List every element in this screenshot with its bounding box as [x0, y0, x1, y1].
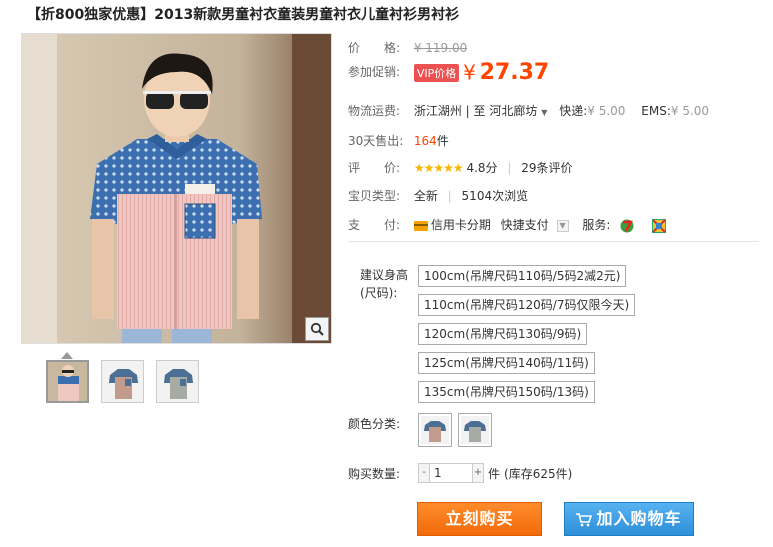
ship-from: 浙江湖州: [413, 104, 462, 118]
color-options: [418, 413, 492, 447]
product-title: 【折800独家优惠】2013新款男童衬衣童装男童衬衣儿童衬衫男衬衫: [27, 7, 460, 23]
credit-card-icon: [413, 220, 428, 231]
rating-row: 评 价: ★★★★★ 4.8分 | 29条评价: [348, 159, 573, 176]
sales-label: 30天售出:: [348, 134, 404, 148]
product-main-image[interactable]: [21, 33, 332, 344]
promo-currency: ¥: [463, 60, 476, 85]
divider: |: [447, 189, 452, 203]
payment-label: 支 付:: [348, 218, 401, 232]
express-price: ¥ 5.00: [587, 104, 626, 118]
ems-label: EMS:: [641, 104, 671, 118]
vip-badge: VIP价格: [413, 63, 460, 82]
size-option[interactable]: 100cm(吊牌尺码110码/5码2减2元): [418, 265, 627, 287]
buy-now-button[interactable]: 立刻购买: [417, 502, 542, 536]
quantity-stepper: - 1 + 件 (库存625件): [418, 463, 572, 483]
thumbnail-image: [48, 362, 87, 401]
credit-installment[interactable]: 信用卡分期: [431, 218, 491, 232]
color-swatch-image: [461, 416, 489, 444]
chevron-down-icon: ▼: [541, 108, 548, 117]
color-label: 颜色分类:: [348, 417, 401, 431]
ship-sep: |: [465, 104, 470, 118]
type-value: 全新: [413, 189, 438, 203]
zoom-button[interactable]: [305, 317, 329, 341]
shipping-row: 物流运费: 浙江湖州 | 至 河北廊坊 ▼ 快递:¥ 5.00 EMS:¥ 5.…: [348, 102, 709, 119]
promo-label: 参加促销:: [348, 65, 401, 79]
divider-line: [348, 241, 758, 242]
type-row: 宝贝类型: 全新 | 5104次浏览: [348, 187, 528, 204]
thumbnail-3[interactable]: [156, 360, 199, 403]
color-option-gray[interactable]: [458, 413, 492, 447]
sales-unit: 件: [436, 134, 449, 148]
reviews-link[interactable]: 29条评价: [521, 161, 572, 175]
star-rating: ★★★★★: [413, 161, 464, 175]
rating-score: 4.8分: [466, 161, 498, 175]
color-option-pink[interactable]: [418, 413, 452, 447]
product-photo: [22, 34, 331, 343]
thumbnail-2[interactable]: [101, 360, 144, 403]
cart-icon: [576, 512, 593, 526]
view-count: 5104次浏览: [461, 189, 529, 203]
sales-row: 30天售出: 164件: [348, 132, 449, 149]
express-label: 快递:: [559, 104, 588, 118]
cart-label: 加入购物车: [596, 509, 682, 528]
ship-to: 河北廊坊: [489, 104, 538, 118]
price-row: 价 格: ¥ 119.00: [348, 39, 467, 56]
quantity-input[interactable]: 1: [430, 463, 472, 483]
chevron-down-icon[interactable]: ▼: [556, 219, 569, 232]
promo-price: 27.37: [479, 60, 550, 85]
promo-row: 参加促销: VIP价格 ¥ 27.37: [348, 60, 549, 85]
stock-count: (库存625件): [504, 466, 573, 481]
magnifier-icon: [310, 322, 324, 336]
seven-day-return-icon[interactable]: [620, 219, 634, 233]
increment-button[interactable]: +: [472, 463, 484, 483]
quick-pay[interactable]: 快捷支付: [501, 218, 549, 232]
divider: |: [507, 161, 512, 175]
quantity-label: 购买数量:: [348, 467, 401, 481]
quantity-unit: 件: [488, 466, 501, 481]
size-option[interactable]: 110cm(吊牌尺码120码/7码仅限今天): [418, 294, 636, 316]
add-to-cart-button[interactable]: 加入购物车: [564, 502, 694, 536]
service-label: 服务:: [582, 218, 611, 232]
size-option[interactable]: 125cm(吊牌尺码140码/11码): [418, 352, 595, 374]
size-option[interactable]: 135cm(吊牌尺码150码/13码): [418, 381, 595, 403]
thumb-pointer: [61, 352, 73, 359]
decrement-button[interactable]: -: [418, 463, 430, 483]
rating-label: 评 价:: [348, 161, 401, 175]
ems-price: ¥ 5.00: [670, 104, 710, 118]
ship-to-prefix: 至: [473, 104, 486, 118]
shipping-label: 物流运费:: [348, 104, 401, 118]
size-label: 建议身高(尺码):: [360, 268, 409, 300]
thumbnail-image: [157, 361, 198, 402]
thumbnail-strip: [46, 360, 199, 403]
quality-badge-icon[interactable]: [652, 218, 667, 233]
size-options: 100cm(吊牌尺码110码/5码2减2元) 110cm(吊牌尺码120码/7码…: [418, 265, 636, 410]
size-option[interactable]: 120cm(吊牌尺码130码/9码): [418, 323, 588, 345]
type-label: 宝贝类型:: [348, 189, 401, 203]
color-swatch-image: [421, 416, 449, 444]
price-label: 价 格:: [348, 41, 401, 55]
original-price: ¥ 119.00: [413, 41, 468, 55]
thumbnail-image: [102, 361, 143, 402]
ship-to-select[interactable]: 河北廊坊 ▼: [489, 104, 547, 118]
thumbnail-1[interactable]: [46, 360, 89, 403]
payment-row: 支 付: 信用卡分期 快捷支付 ▼ 服务:: [348, 216, 667, 233]
sales-count: 164: [413, 134, 437, 148]
